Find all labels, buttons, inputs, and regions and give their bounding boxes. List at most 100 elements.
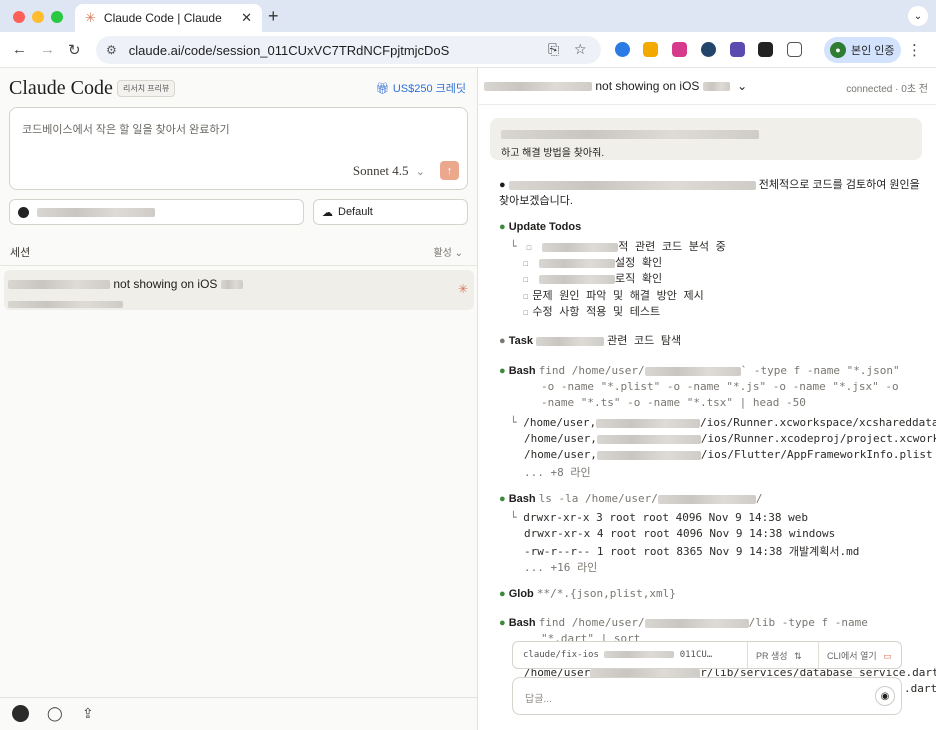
branch-bar: claude/fix-ios 011CU… PR 생성 ⇅ CLI에서 열기 ▭ <box>512 641 902 669</box>
divider <box>0 697 478 698</box>
redacted-text <box>539 274 616 284</box>
redacted-text <box>501 129 759 139</box>
send-arrow-icon[interactable]: ↑ <box>440 161 459 180</box>
more-lines-toggle[interactable]: ... +8 라인 <box>524 464 591 480</box>
bash-label: Bash <box>508 617 536 629</box>
user-message-text: 하고 해결 방법을 찾아줘. <box>501 148 605 159</box>
more-lines-toggle[interactable]: ... +16 라인 <box>524 559 597 575</box>
session-title: not showing on iOS <box>8 277 243 291</box>
status-dot-icon: ● <box>499 493 506 505</box>
extension-icon[interactable] <box>615 42 630 57</box>
assistant-intro: ● 전체적으로 코드를 검토하여 원인을 <box>499 176 920 192</box>
branch-text: claude/fix-ios <box>523 650 599 660</box>
redacted-text <box>702 82 730 92</box>
site-settings-icon[interactable]: ⚙ <box>106 43 117 57</box>
address-bar[interactable]: ⚙ claude.ai/code/session_011CUxVC7TRdNCF… <box>96 36 601 64</box>
extension-icon[interactable] <box>730 42 745 57</box>
session-header-title[interactable]: not showing on iOS ⌄ <box>484 79 747 93</box>
close-window-button[interactable] <box>13 11 25 23</box>
install-app-icon[interactable]: ⎘ <box>548 41 559 58</box>
extension-icon[interactable] <box>643 42 658 57</box>
status-dot-icon: ● <box>499 365 506 377</box>
redacted-text <box>596 434 701 444</box>
checkbox-icon: ☐ <box>526 243 532 253</box>
extension-icon[interactable] <box>672 42 687 57</box>
tree-connector: └ <box>510 416 517 429</box>
glob-pattern: **/*.{json,plist,xml} <box>536 587 676 600</box>
github-icon <box>18 206 29 218</box>
tab-title: Claude Code | Claude <box>103 11 222 25</box>
sessions-filter[interactable]: 활성 ⌄ <box>433 244 463 259</box>
status-dot-icon: ● <box>499 617 506 629</box>
record-icon[interactable]: ◉ <box>875 686 895 706</box>
bash-tool-header[interactable]: ● Bash find /home/user/ ` -type f -name "… <box>499 364 900 377</box>
rocket-icon[interactable]: ⇪ <box>82 705 94 722</box>
back-arrow-icon[interactable]: ← <box>12 41 27 58</box>
environment-label: Default <box>338 206 373 218</box>
bash-command: ls -la /home/user/ <box>538 492 658 505</box>
bash-command: find /home/user/ <box>538 364 645 377</box>
redacted-text <box>8 280 110 290</box>
connection-status: connected · 0초 전 <box>846 84 928 95</box>
browser-menu-icon[interactable]: ⋮ <box>907 41 922 59</box>
redacted-text <box>604 651 675 658</box>
chat-bubble-icon[interactable]: ◯ <box>47 705 63 722</box>
bash-output-line: -rw-r--r-- 1 root root 8365 Nov 9 14:38 … <box>524 545 860 558</box>
environment-selector[interactable]: ☁︎ Default <box>313 199 468 225</box>
browser-tab[interactable]: ✳ Claude Code | Claude ✕ <box>75 4 262 32</box>
task-tool-header[interactable]: ● Task 관련 코드 탐색 <box>499 332 681 348</box>
checkbox-icon: ☐ <box>523 292 529 302</box>
repository-selector[interactable] <box>9 199 304 225</box>
redacted-text <box>539 258 616 268</box>
bash-command: find /home/user/ <box>538 616 645 629</box>
task-label: Task <box>508 335 533 347</box>
open-in-cli-button[interactable]: CLI에서 열기 ▭ <box>818 642 900 668</box>
profile-verify-button[interactable]: ● 본인 인증 <box>824 37 901 63</box>
maximize-window-button[interactable] <box>51 11 63 23</box>
redacted-text <box>8 301 123 309</box>
bash-tool-header[interactable]: ● Bash ls -la /home/user/ / <box>499 492 763 505</box>
browser-toolbar: ← → ↻ ⚙ claude.ai/code/session_011CUxVC7… <box>0 32 936 68</box>
terminal-icon: ▭ <box>883 651 892 661</box>
session-list-item[interactable]: not showing on iOS ✳ <box>4 270 474 310</box>
status-dot-icon: ● <box>499 221 506 233</box>
reply-input[interactable]: 답글... ◉ <box>512 677 902 715</box>
create-pr-button[interactable]: PR 생성 ⇅ <box>747 642 810 668</box>
minimize-window-button[interactable] <box>32 11 44 23</box>
output-text: /home/user, <box>523 416 597 429</box>
sessions-heading: 세션 <box>10 247 31 259</box>
bash-output-line: drwxr-xr-x 4 root root 4096 Nov 9 14:38 … <box>524 527 836 540</box>
extensions-puzzle-icon[interactable] <box>787 42 802 57</box>
reload-icon[interactable]: ↻ <box>68 41 81 59</box>
bash-tool-header[interactable]: ● Bash find /home/user/ /lib -type f -nam… <box>499 616 868 629</box>
url-text: claude.ai/code/session_011CUxVC7TRdNCFpj… <box>128 42 450 58</box>
extension-icon[interactable] <box>758 42 773 57</box>
forward-arrow-icon[interactable]: → <box>40 41 55 58</box>
glob-tool-header[interactable]: ● Glob **/*.{json,plist,xml} <box>499 587 676 600</box>
redacted-text <box>484 82 592 92</box>
session-header: not showing on iOS ⌄ connected · 0초 전 <box>479 68 936 105</box>
extension-icon[interactable] <box>701 42 716 57</box>
output-text: /ios/Flutter/AppFrameworkInfo.plist <box>700 448 933 461</box>
bash-label: Bash <box>508 365 536 377</box>
credit-link[interactable]: 🎁︎ US$250 크레딧 <box>376 80 466 96</box>
task-prompt-input[interactable]: 코드베이스에서 작은 할 일을 찾아서 완료하기 Sonnet 4.5 ⌄ ↑ <box>9 107 468 190</box>
chevron-down-icon: ⌄ <box>415 165 425 178</box>
tab-close-icon[interactable]: ✕ <box>241 10 252 26</box>
task-text: 관련 코드 탐색 <box>607 334 682 347</box>
todo-item: ☐ 문제 원인 파악 및 해결 방안 제시 <box>523 287 704 303</box>
todo-item: └ ☐ 적 관련 코드 분석 중 <box>510 238 726 254</box>
account-avatar[interactable] <box>12 705 29 722</box>
checkbox-icon: ☐ <box>523 275 529 285</box>
bash-output-line: /home/user, /ios/Runner.xcodeproj/project… <box>524 432 936 445</box>
output-text: /ios/Runner.xcworkspace/xcshareddata <box>700 416 936 429</box>
new-tab-button[interactable]: + <box>268 6 279 27</box>
bash-command: -name "*.ts" -o -name "*.tsx" | head -50 <box>541 396 806 409</box>
tab-search-chevron-icon[interactable]: ⌄ <box>908 6 928 26</box>
model-selector[interactable]: Sonnet 4.5 ⌄ <box>353 163 425 179</box>
todo-text: 설정 확인 <box>615 256 663 269</box>
branch-name[interactable]: claude/fix-ios 011CU… <box>523 650 712 660</box>
bookmark-star-icon[interactable]: ☆ <box>574 41 587 58</box>
redacted-text <box>657 494 756 504</box>
profile-avatar-icon: ● <box>830 42 846 58</box>
